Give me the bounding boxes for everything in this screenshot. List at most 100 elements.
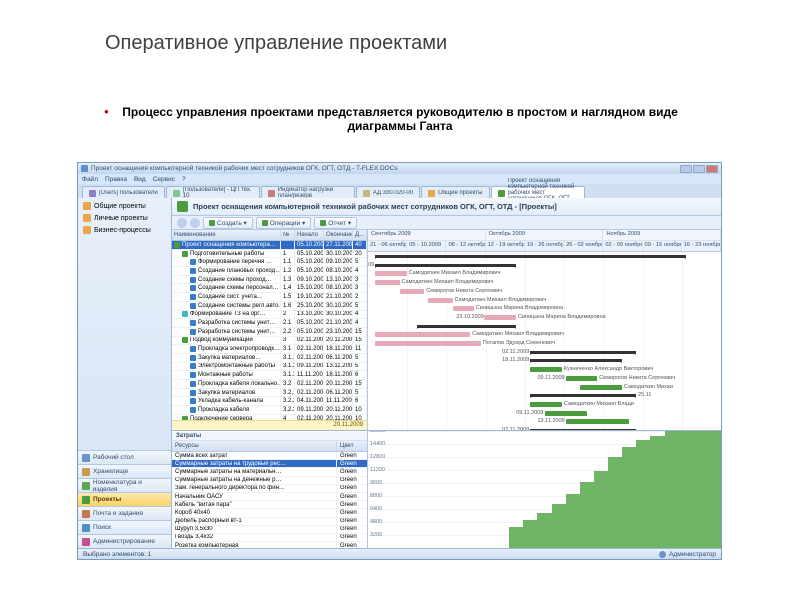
titlebar[interactable]: Проект оснащения компьютерной техникой р…	[78, 163, 721, 174]
gantt-bar[interactable]	[566, 376, 598, 381]
res-col-color[interactable]: Цвет	[337, 441, 367, 451]
week-header[interactable]: 21 - 06 октября	[368, 241, 407, 251]
menu-item[interactable]: Правка	[105, 176, 127, 183]
toolbar-button[interactable]: Операции ▾	[256, 217, 311, 229]
gantt-bar[interactable]	[375, 341, 481, 346]
month-header[interactable]: Сентябрь 2009	[368, 230, 486, 240]
task-row[interactable]: Закупка материалов…3.1.102.11.200906.11.…	[172, 354, 367, 363]
gantt-bar[interactable]	[453, 306, 474, 311]
resource-row[interactable]: Гвоздь 3,4х32Green	[172, 534, 367, 542]
tab[interactable]: Общие проекты	[421, 186, 489, 198]
week-header[interactable]: 09 - 16 ноября	[643, 241, 682, 251]
task-row[interactable]: Прокладка кабеля локально…3.202.11.20092…	[172, 380, 367, 389]
task-row[interactable]: Укладка кабель-канала3.2.204.11.200911.1…	[172, 397, 367, 406]
sidebar-section[interactable]: Номенклатура и изделия	[78, 478, 171, 492]
sidebar-section[interactable]: Администрирование	[78, 534, 171, 548]
task-row[interactable]: Создание плановых проход…1.205.10.200908…	[172, 267, 367, 276]
col-end[interactable]: Окончание	[324, 230, 353, 240]
tab[interactable]: [Пользователи] - ЦП тех. 10	[166, 186, 260, 198]
gantt-bar[interactable]	[530, 394, 636, 397]
tab[interactable]: [Users] пользователи	[82, 186, 165, 198]
resource-row[interactable]: Зам. генерального директора по фин…Green	[172, 485, 367, 493]
month-header[interactable]: Ноябрь 2009	[603, 230, 721, 240]
res-col-name[interactable]: Ресурсы	[172, 441, 337, 451]
task-row[interactable]: Разработка системы унит…2.105.10.200921.…	[172, 319, 367, 328]
sidebar-section[interactable]: Поиск	[78, 520, 171, 534]
resource-row[interactable]: Сумма всех затратGreen	[172, 452, 367, 460]
task-row[interactable]: Монтажные работы3.1.311.11.200918.11.200…	[172, 371, 367, 380]
resources-tab[interactable]: Затраты	[172, 431, 367, 441]
task-row[interactable]: Прокладка электропроводк…3.102.11.200918…	[172, 345, 367, 354]
gantt-bar[interactable]	[375, 332, 470, 337]
gantt-bar[interactable]	[428, 298, 453, 303]
gantt-bar[interactable]	[375, 271, 407, 276]
week-header[interactable]: 12 - 19 октября	[486, 241, 525, 251]
sidebar-section[interactable]: Рабочий стол	[78, 450, 171, 464]
task-row[interactable]: Создание сист. учета…1.519.10.200921.10.…	[172, 293, 367, 302]
week-header[interactable]: 02 - 09 ноября	[603, 241, 642, 251]
sidebar-project-folder[interactable]: Личные проекты	[81, 213, 168, 223]
resource-row[interactable]: Суммарные затраты на трудовые рес…Green	[172, 460, 367, 468]
task-row[interactable]: Прокладка кабеля3.2.309.11.200920.11.200…	[172, 406, 367, 415]
sidebar-project-folder[interactable]: Бизнес-процессы	[81, 225, 168, 235]
task-row[interactable]: Разработка системы унит…2.205.10.200923.…	[172, 328, 367, 337]
task-row[interactable]: Подвод коммуникаций302.11.200920.11.2009…	[172, 337, 367, 346]
gantt-bar[interactable]	[530, 359, 622, 362]
tab[interactable]: Индикатор нагрузки план/резерв	[261, 186, 355, 198]
gantt-bar[interactable]	[530, 402, 562, 407]
gantt-bar[interactable]	[375, 280, 400, 285]
col-name[interactable]: Наименование	[172, 230, 281, 240]
gantt-bar[interactable]	[545, 411, 587, 416]
resource-row[interactable]: Начальник ОАСУGreen	[172, 493, 367, 501]
maximize-button[interactable]	[693, 165, 705, 173]
task-row[interactable]: Закупка материалов3.2.102.11.200906.11.2…	[172, 389, 367, 398]
resource-row[interactable]: Кабель "витая пара"Green	[172, 501, 367, 509]
resources-grid[interactable]: Затраты Ресурсы Цвет Сумма всех затратGr…	[172, 431, 368, 548]
gantt-timeline-header[interactable]: Сентябрь 2009Октябрь 2009Ноябрь 2009 21 …	[368, 230, 721, 252]
resource-row[interactable]: Суммарные затраты на денежные р…Green	[172, 477, 367, 485]
week-header[interactable]: 16 - 23 ноября	[682, 241, 721, 251]
task-row[interactable]: Создание системы регл.авто…1.625.10.2009…	[172, 302, 367, 311]
gantt-bar[interactable]	[375, 255, 686, 258]
gantt-chart[interactable]: Сентябрь 2009Октябрь 2009Ноябрь 2009 21 …	[368, 230, 721, 430]
sidebar-section[interactable]: Почта и задания	[78, 506, 171, 520]
gantt-body[interactable]: 30.10.2009Самодаткин Михаил Владимирович…	[368, 252, 721, 430]
col-dur[interactable]: Д...	[353, 230, 367, 240]
week-header[interactable]: 08 - 12 октября	[446, 241, 485, 251]
gantt-bar[interactable]	[484, 315, 516, 320]
sidebar-section[interactable]: Хранилище	[78, 464, 171, 478]
close-button[interactable]	[706, 165, 718, 173]
tab[interactable]: Проект оснащения компьютерной техникой р…	[491, 186, 585, 198]
week-header[interactable]: 19 - 26 октября	[525, 241, 564, 251]
gantt-bar[interactable]	[580, 385, 622, 390]
toolbar-button[interactable]: Отчет ▾	[314, 217, 357, 229]
sidebar-project-folder[interactable]: Общие проекты	[81, 201, 168, 211]
nav-fwd-icon[interactable]	[190, 218, 200, 228]
gantt-bar[interactable]	[566, 419, 630, 424]
gantt-bar[interactable]	[530, 351, 636, 354]
toolbar-button[interactable]: Создать ▾	[203, 217, 253, 229]
cost-chart[interactable]: 1600014400128001120096008000640048003200	[368, 431, 721, 548]
gantt-bar[interactable]	[417, 325, 516, 328]
task-row[interactable]: Подготовительные работы105.10.200930.10.…	[172, 250, 367, 259]
resource-row[interactable]: Короб 40х40Green	[172, 509, 367, 517]
task-row[interactable]: Формирование перечня …1.105.10.200909.10…	[172, 258, 367, 267]
task-row[interactable]: Создание схемы персонал…1.415.10.200908.…	[172, 284, 367, 293]
gantt-bar[interactable]	[400, 289, 425, 294]
grid-header[interactable]: Наименование № Начало Окончание Д...	[172, 230, 367, 241]
week-header[interactable]: 26 - 02 ноября	[564, 241, 603, 251]
resource-row[interactable]: Шуруп 3,5х30Green	[172, 526, 367, 534]
resource-row[interactable]: Суммарные затраты на материальн…Green	[172, 468, 367, 476]
menu-item[interactable]: ?	[182, 176, 186, 183]
gantt-bar[interactable]	[530, 367, 562, 372]
task-row[interactable]: Формирование ТЗ на орг…213.10.200930.10.…	[172, 311, 367, 320]
task-row[interactable]: Проект оснащения компьютера…05.10.200927…	[172, 241, 367, 250]
month-header[interactable]: Октябрь 2009	[486, 230, 604, 240]
sidebar-section[interactable]: Проекты	[78, 492, 171, 506]
col-num[interactable]: №	[281, 230, 295, 240]
task-row[interactable]: Создание схемы проход…1.309.10.200913.10…	[172, 276, 367, 285]
col-start[interactable]: Начало	[295, 230, 324, 240]
menu-item[interactable]: Файл	[82, 176, 98, 183]
menu-item[interactable]: Вид	[134, 176, 146, 183]
gantt-bar[interactable]	[375, 264, 516, 267]
